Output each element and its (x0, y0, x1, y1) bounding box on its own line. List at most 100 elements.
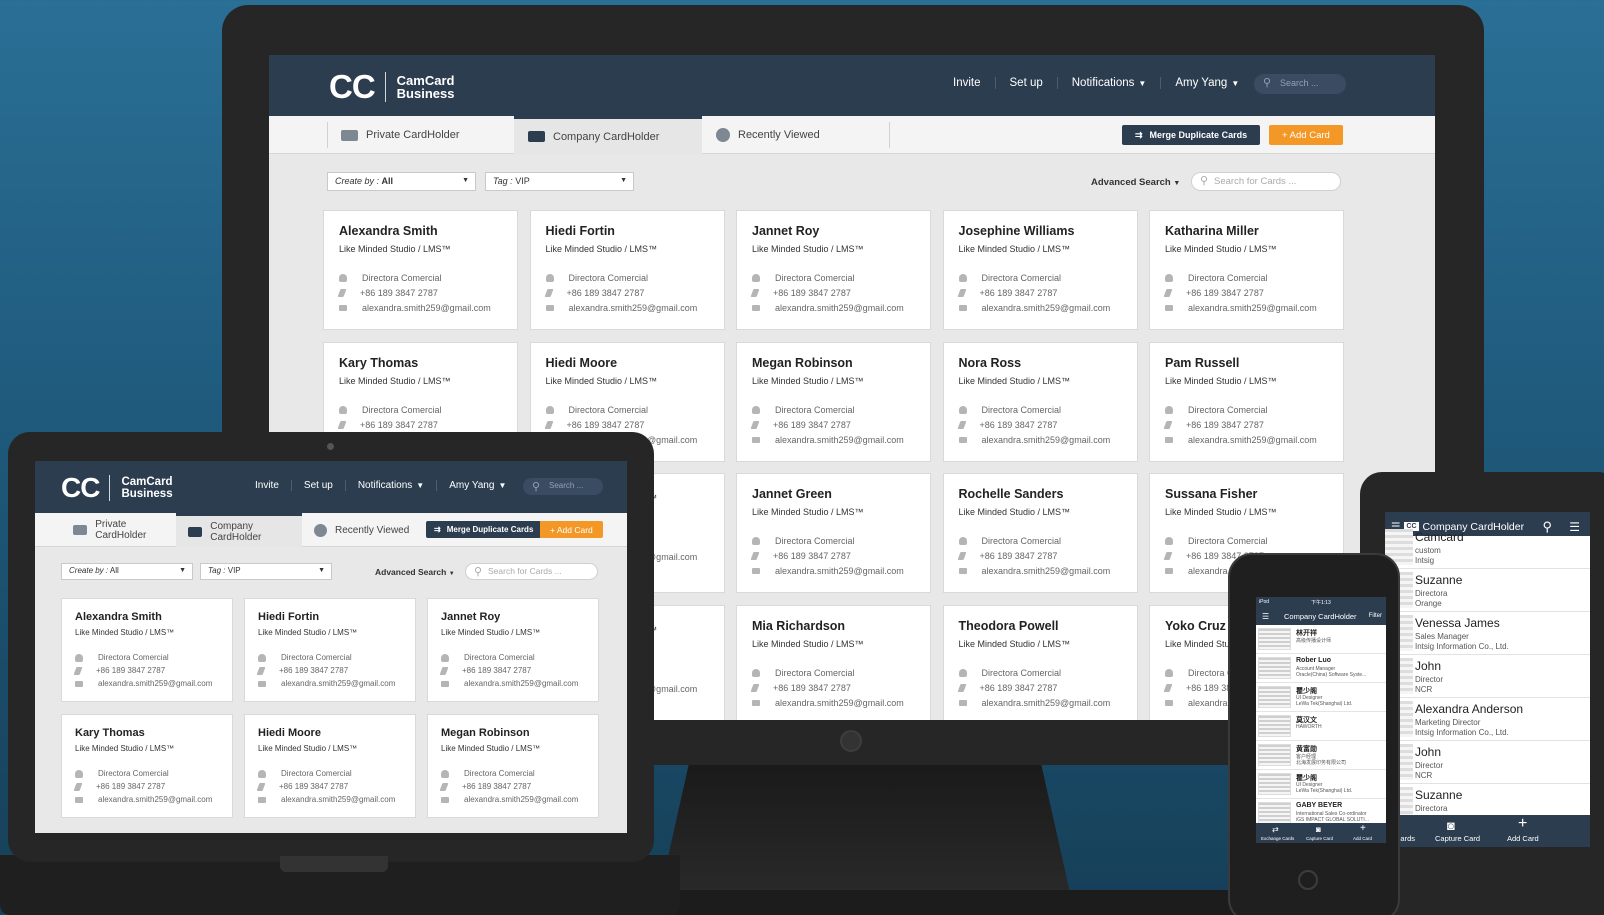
card-company: Like Minded Studio / LMS™ (958, 244, 1071, 254)
advanced-search-toggle[interactable]: Advanced Search ▼ (375, 567, 455, 577)
card-phone: +86 189 3847 2787 (773, 419, 851, 430)
contact-card[interactable]: Megan Robinson Like Minded Studio / LMS™ D… (427, 714, 599, 818)
contact-card[interactable]: Hiedi Fortin Like Minded Studio / LMS™ Dir… (529, 210, 725, 330)
mail-icon (1165, 305, 1173, 311)
chevron-down-icon: ▼ (620, 177, 627, 184)
contact-card[interactable]: Hiedi Fortin Like Minded Studio / LMS™ Dir… (244, 598, 416, 702)
nav-notifications[interactable]: Notifications ▼ (1058, 77, 1162, 89)
card-phone: +86 189 3847 2787 (773, 682, 851, 693)
contact-card[interactable]: Theodora Powell Like Minded Studio / LMS™… (942, 604, 1138, 720)
tab-exchange-cards[interactable]: Exchange Cards (1261, 836, 1294, 841)
contact-title: Directora (1415, 804, 1448, 813)
merge-duplicates-button[interactable]: ⇉ Merge Duplicate Cards (426, 521, 542, 538)
contact-title: Director (1415, 675, 1444, 684)
tag-select[interactable]: Tag : VIP ▼ (485, 172, 634, 191)
tab-add-card[interactable]: Add Card (1507, 834, 1539, 843)
list-item[interactable]: Camcard custom Intsig (1385, 526, 1590, 569)
phone-header: ☰ Company CardHolder Filter (1256, 607, 1386, 625)
contacts-icon (188, 526, 203, 537)
app-logo[interactable]: CC CamCard Business (329, 68, 454, 106)
nav-notifications[interactable]: Notifications ▼ (346, 480, 438, 491)
list-item[interactable]: 莫汉文 HAWORTH (1256, 712, 1386, 741)
add-card-button[interactable]: + Add Card (540, 521, 603, 538)
list-item[interactable]: John Director NCR (1385, 741, 1590, 784)
list-item[interactable]: Venessa James Sales Manager Intsig Informa… (1385, 612, 1590, 655)
phone-icon (256, 782, 266, 791)
card-name: Hiedi Moore (258, 727, 321, 739)
nav-user-menu[interactable]: Amy Yang ▼ (1161, 77, 1253, 89)
header-search-input[interactable]: Search ... (1254, 74, 1346, 94)
list-item[interactable]: Alexandra Anderson Marketing Director Ints… (1385, 698, 1590, 741)
phone-icon (750, 420, 760, 429)
tab-recently-viewed[interactable]: Recently Viewed (302, 513, 417, 547)
list-item[interactable]: 黄富勋 客户经理 北海发展印务有限公司 (1256, 741, 1386, 770)
contact-card[interactable]: Kary Thomas Like Minded Studio / LMS™ Dire… (61, 714, 233, 818)
advanced-search-toggle[interactable]: Advanced Search ▼ (1091, 177, 1180, 188)
card-name: Alexandra Smith (75, 611, 162, 623)
chevron-down-icon: ▼ (448, 571, 455, 577)
tab-capture-card[interactable]: Capture Card (1435, 834, 1480, 843)
tab-recently-viewed[interactable]: Recently Viewed (702, 116, 889, 154)
contact-card[interactable]: Mia Richardson Like Minded Studio / LMS™ D… (736, 604, 931, 720)
status-bar: iPod 下午1:13 (1256, 597, 1386, 607)
merge-duplicates-button[interactable]: ⇉ Merge Duplicate Cards (1122, 125, 1261, 145)
list-item[interactable]: 瞿少阁 UI Designer LeWa Tek(Shanghai) Ltd. (1256, 683, 1386, 712)
tag-select[interactable]: Tag : VIP ▼ (200, 563, 332, 580)
nav-user-menu[interactable]: Amy Yang ▼ (437, 480, 518, 491)
person-icon (545, 405, 554, 414)
menu-icon[interactable]: ☰ (1262, 612, 1269, 621)
card-email: alexandra.smith259@gmail.com (981, 566, 1111, 576)
app-logo[interactable]: CC CamCard Business (61, 472, 173, 504)
nav-setup[interactable]: Set up (292, 480, 346, 491)
create-by-select[interactable]: Create by : All ▼ (61, 563, 193, 580)
card-search-input[interactable]: Search for Cards ... (465, 563, 598, 580)
contact-card[interactable]: Alexandra Smith Like Minded Studio / LMS™… (61, 598, 233, 702)
nav-invite[interactable]: Invite (243, 480, 292, 491)
create-by-select[interactable]: Create by : All ▼ (327, 172, 476, 191)
contact-card[interactable]: Pam Russell Like Minded Studio / LMS™ Dire… (1149, 341, 1344, 462)
tab-company-cardholder[interactable]: Company CardHolder (514, 116, 702, 154)
card-email: alexandra.smith259@gmail.com (568, 303, 698, 313)
person-icon (1165, 668, 1173, 677)
contact-card[interactable]: Katharina Miller Like Minded Studio / LMS… (1149, 210, 1344, 330)
phone-icon (957, 420, 966, 429)
mail-icon (752, 699, 760, 706)
nav-setup[interactable]: Set up (996, 77, 1058, 89)
contact-card[interactable]: Jannet Roy Like Minded Studio / LMS™ Direc… (427, 598, 599, 702)
contact-card[interactable]: Hiedi Moore Like Minded Studio / LMS™ Dire… (244, 714, 416, 818)
card-company: Like Minded Studio / LMS™ (958, 638, 1071, 649)
tablet-bottom-bar: Cards ◙ Capture Card + Add Card (1385, 815, 1590, 847)
list-item[interactable]: Suzanne DirectoraOrange (1385, 569, 1590, 612)
tab-company-cardholder[interactable]: Company CardHolder (176, 513, 302, 547)
nav-invite[interactable]: Invite (939, 77, 996, 89)
card-title: Directora Comercial (362, 404, 442, 415)
tab-add-card[interactable]: Add Card (1353, 836, 1372, 841)
contact-card[interactable]: Rochelle Sanders Like Minded Studio / LMS… (942, 473, 1138, 593)
contact-card[interactable]: Megan Robinson Like Minded Studio / LMS™ D… (736, 341, 931, 462)
tab-private-cardholder[interactable]: Private CardHolder (61, 513, 176, 547)
card-company: Like Minded Studio / LMS™ (752, 507, 864, 517)
card-search-input[interactable]: Search for Cards ... (1191, 172, 1341, 191)
id-card-icon (341, 129, 358, 141)
list-item[interactable]: 林开祥 高级传播设计师 (1256, 625, 1386, 654)
card-email: alexandra.smith259@gmail.com (1188, 434, 1317, 445)
filter-button[interactable]: Filter (1369, 613, 1382, 619)
contact-card[interactable]: Nora Ross Like Minded Studio / LMS™ Direct… (942, 341, 1138, 462)
card-name: Hiedi Moore (545, 355, 618, 370)
header-search-input[interactable]: Search ... (523, 478, 603, 495)
tab-capture-card[interactable]: Capture Card (1306, 836, 1333, 841)
contact-card[interactable]: Jannet Green Like Minded Studio / LMS™ Dir… (736, 473, 931, 593)
contact-card[interactable]: Jannet Roy Like Minded Studio / LMS™ Direc… (736, 210, 931, 330)
list-item[interactable]: Rober Luo Account Manager Oracle(China) So… (1256, 654, 1386, 683)
person-icon (75, 653, 83, 662)
list-item[interactable]: 瞿少阁 UI Designer LeWa Tek(Shanghai) Ltd. (1256, 770, 1386, 799)
tab-bar: Private CardHolder Company CardHolder Re… (269, 116, 1435, 154)
tab-private-cardholder[interactable]: Private CardHolder (327, 116, 514, 154)
list-item[interactable]: John Director NCR (1385, 655, 1590, 698)
add-card-button[interactable]: + Add Card (1269, 125, 1343, 145)
contact-card[interactable]: Josephine Williams Like Minded Studio / L… (942, 210, 1138, 330)
contact-card[interactable]: Alexandra Smith Like Minded Studio / LMS™… (323, 210, 518, 330)
mail-icon (258, 680, 266, 687)
card-name: Alexandra Smith (339, 224, 438, 238)
contact-title: 高级传播设计师 (1296, 638, 1332, 644)
